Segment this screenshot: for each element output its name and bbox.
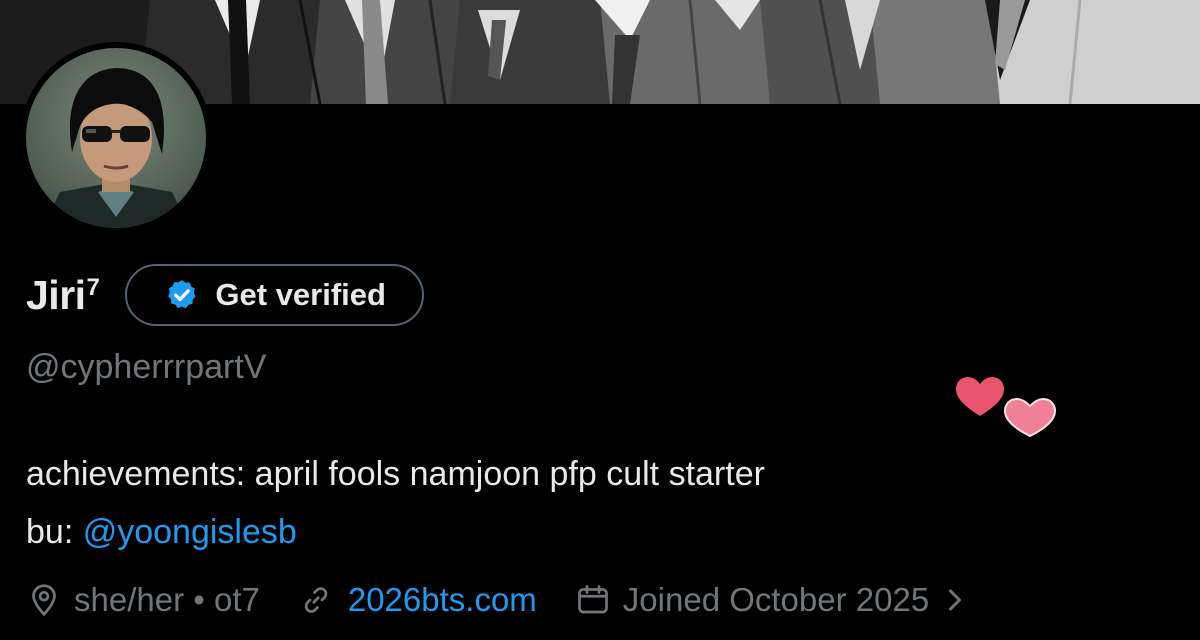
chevron-right-icon[interactable] <box>941 582 969 618</box>
display-name: Jiri7 <box>26 271 100 318</box>
joined-text: Joined October 2025 <box>622 581 930 618</box>
website-link[interactable]: 2026bts.com <box>348 581 537 619</box>
verified-badge-icon <box>168 280 197 309</box>
profile-bio: achievements: april fools namjoon pfp cu… <box>26 445 765 561</box>
backup-account-mention-link[interactable]: @yoongislesb <box>83 513 297 551</box>
joined-item: Joined October 2025 <box>575 581 969 619</box>
location-pin-icon <box>32 584 56 617</box>
display-name-superscript: 7 <box>86 273 100 301</box>
location-item: she/her • ot7 <box>26 581 260 619</box>
display-name-text: Jiri <box>26 271 86 318</box>
location-text: she/her • ot7 <box>74 581 260 618</box>
calendar-icon <box>577 585 608 614</box>
profile-avatar[interactable] <box>20 42 212 234</box>
bio-line-backup: bu: @yoongislesb <box>26 503 765 561</box>
name-row: Jiri7 Get verified <box>26 263 424 327</box>
website-item[interactable]: 2026bts.com <box>298 581 537 619</box>
two-hearts-emoji <box>956 377 1057 438</box>
profile-handle: @cypherrrpartV <box>26 348 267 386</box>
profile-meta-row: she/her • ot7 2026bts.com Joined October… <box>26 574 969 626</box>
backup-prefix: bu: <box>26 513 83 551</box>
get-verified-label: Get verified <box>215 277 386 312</box>
get-verified-button[interactable]: Get verified <box>125 264 424 326</box>
link-icon <box>304 587 328 613</box>
bio-line-achievements: achievements: april fools namjoon pfp cu… <box>26 455 765 493</box>
avatar-image <box>20 42 212 234</box>
